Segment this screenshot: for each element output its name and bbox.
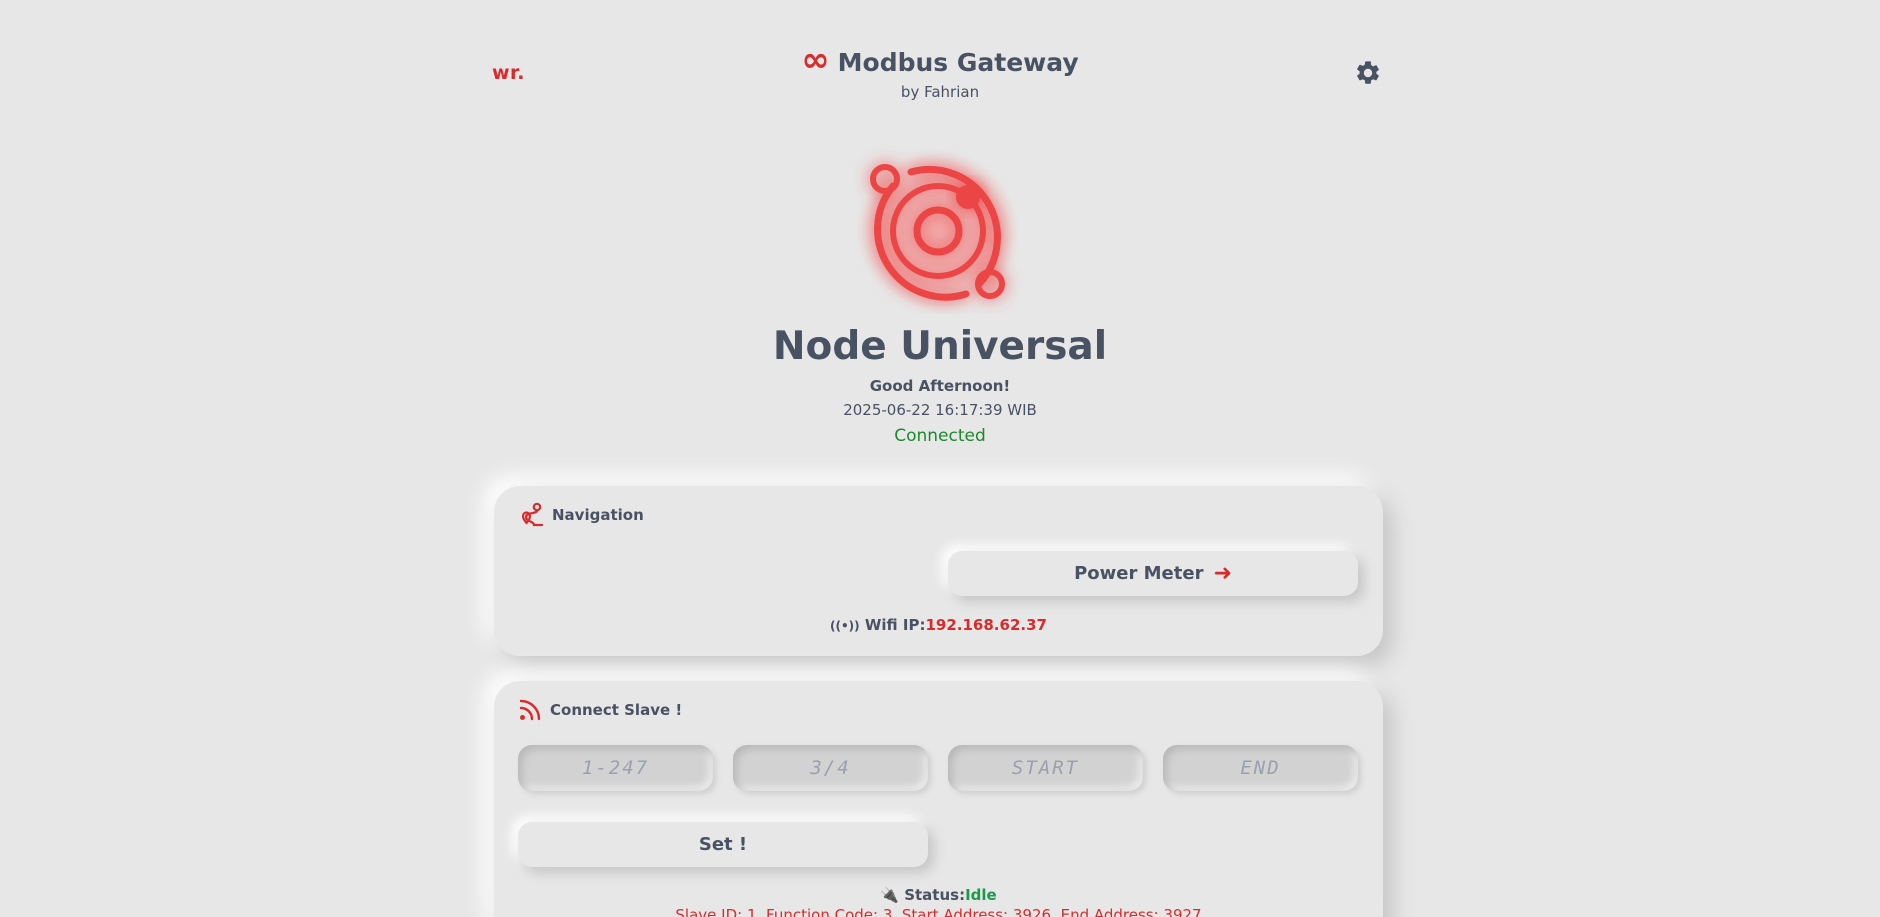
arrow-right-icon: ➜ [1213,561,1232,586]
connect-slave-header: Connect Slave ! [518,698,682,722]
wifi-signal-icon: ((•)) [830,619,860,633]
slave-info-text: Slave ID: 1, Function Code: 3, Start Add… [675,906,1202,917]
rss-icon [519,699,541,721]
gear-icon[interactable] [1354,59,1382,87]
app-title-text: Modbus Gateway [837,47,1079,77]
navigation-card: Navigation Power Meter ➜ ((•)) Wifi IP:1… [494,486,1383,656]
plug-icon: 🔌 [880,886,899,904]
status-line: 🔌 Status:Idle [494,886,1383,904]
connect-slave-card: Connect Slave ! Set ! 🔌 Status:Idle Slav… [494,681,1383,917]
start-address-input[interactable] [948,745,1143,791]
wifi-ip-value: 192.168.62.37 [925,616,1047,634]
connection-status: Connected [894,426,986,446]
status-value: Idle [965,886,997,904]
navigation-title: Navigation [552,506,644,524]
power-meter-button[interactable]: Power Meter ➜ [948,551,1358,596]
datetime-text: 2025-06-22 16:17:39 WIB [843,401,1037,419]
node-title: Node Universal [772,324,1108,369]
wifi-label: Wifi IP: [864,616,926,634]
navigation-header: Navigation [518,502,644,528]
app-title: ∞ Modbus Gateway [801,43,1079,77]
slave-id-input[interactable] [518,745,713,791]
wifi-ip-line: ((•)) Wifi IP:192.168.62.37 [494,616,1383,634]
slave-inputs-row [518,745,1358,791]
header-title-block: ∞ Modbus Gateway by Fahrian [0,43,1880,101]
app-subtitle: by Fahrian [900,83,980,101]
app-root: wr. ∞ Modbus Gateway by Fahrian Node Uni… [0,0,1880,917]
status-label: Status: [904,886,966,904]
target-orbit-icon [858,151,1018,311]
set-button-label: Set ! [698,834,748,855]
power-meter-label: Power Meter [1074,563,1204,584]
connect-slave-title: Connect Slave ! [550,701,683,719]
greeting-text: Good Afternoon! [869,377,1011,395]
route-icon [521,502,544,527]
infinity-icon: ∞ [801,40,830,80]
end-address-input[interactable] [1163,745,1358,791]
function-code-input[interactable] [733,745,928,791]
set-button[interactable]: Set ! [518,822,928,867]
